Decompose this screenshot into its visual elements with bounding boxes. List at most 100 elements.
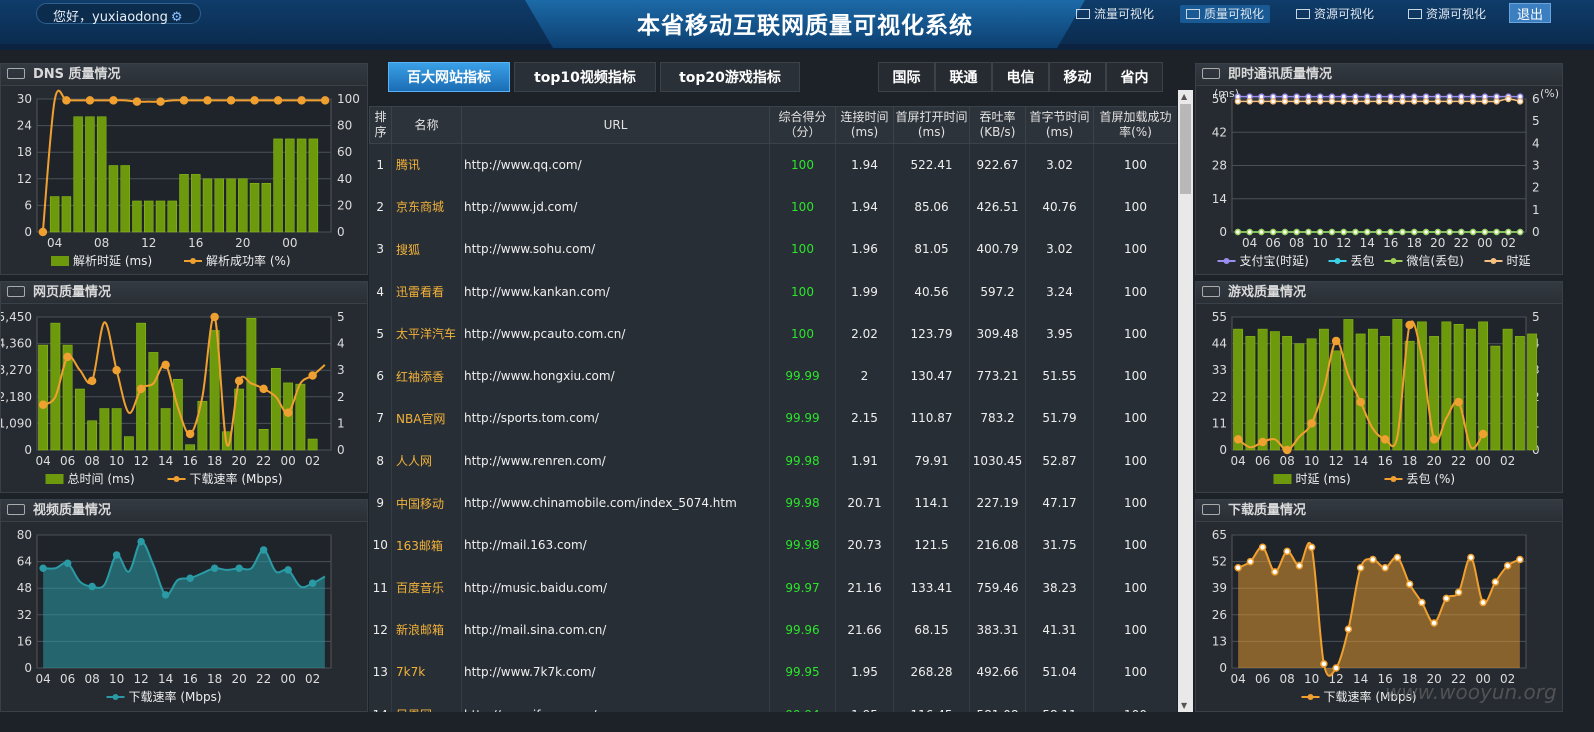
table-header-7[interactable]: 首字节时间(ms) bbox=[1025, 106, 1094, 144]
data-point bbox=[38, 227, 48, 237]
table-header-4[interactable]: 连接时间(ms) bbox=[835, 106, 894, 144]
x-tick-label: 08 bbox=[94, 236, 109, 250]
url-cell[interactable]: http://www.sohu.com/ bbox=[461, 228, 770, 271]
url-cell[interactable]: http://www.jd.com/ bbox=[461, 185, 770, 229]
table-row[interactable]: 10 163邮箱 http://mail.163.com/99.98 20.73 121… bbox=[369, 524, 1177, 567]
table-row[interactable]: 13 7k7k http://www.7k7k.com/99.95 1.95 268.2… bbox=[369, 651, 1177, 694]
name-cell: NBA官网 bbox=[391, 397, 462, 440]
table-row[interactable]: 7 NBA官网 http://sports.tom.com/99.99 2.15 110… bbox=[369, 397, 1177, 440]
table-scrollbar[interactable]: ▲ ▼ bbox=[1178, 90, 1193, 712]
y2-tick-label: 2 bbox=[337, 390, 345, 404]
table-row[interactable]: 5 太平洋汽车 http://www.pcauto.com.cn/100 2.02 12… bbox=[369, 312, 1177, 355]
url-cell[interactable]: http://www.pcauto.com.cn/ bbox=[461, 312, 770, 355]
data-point bbox=[161, 360, 170, 370]
first-screen-cell: 110.87 bbox=[893, 397, 970, 440]
url-cell[interactable]: http://music.baidu.com/ bbox=[461, 566, 770, 609]
url-cell[interactable]: http://www.kankan.com/ bbox=[461, 270, 770, 313]
data-point bbox=[1363, 98, 1371, 105]
data-point bbox=[1375, 228, 1383, 236]
x-tick-label: 16 bbox=[1383, 236, 1398, 250]
table-row[interactable]: 9 中国移动 http://www.chinamobile.com/index_50… bbox=[369, 481, 1177, 525]
isp-international[interactable]: 国际 bbox=[878, 62, 935, 92]
url-cell[interactable]: http://www.ifeng.com/ bbox=[461, 693, 770, 712]
logout-button[interactable]: 退出 bbox=[1509, 3, 1551, 23]
table-header-0[interactable]: 排序 bbox=[369, 106, 392, 144]
table-row[interactable]: 14凤凰网http://www.ifeng.com/99.941.95116.4… bbox=[369, 693, 1177, 712]
isp-mobile[interactable]: 移动 bbox=[1049, 62, 1106, 92]
url-cell[interactable]: http://www.7k7k.com/ bbox=[461, 651, 770, 694]
nav-resource-1[interactable]: 资源可视化 bbox=[1296, 5, 1374, 23]
data-point bbox=[186, 574, 194, 582]
legend-marker bbox=[1390, 476, 1397, 482]
isp-unicom[interactable]: 联通 bbox=[935, 62, 992, 92]
y-tick-label: 33 bbox=[1212, 363, 1227, 377]
data-point bbox=[1340, 228, 1347, 236]
data-point bbox=[1478, 429, 1488, 439]
scrollbar-thumb[interactable] bbox=[1180, 104, 1191, 194]
scroll-down-icon[interactable]: ▼ bbox=[1181, 701, 1187, 710]
url-cell[interactable]: http://www.hongxiu.com/ bbox=[461, 354, 770, 398]
legend-label: 支付宝(时延) bbox=[1240, 254, 1309, 268]
table-header-8[interactable]: 首屏加载成功率(%) bbox=[1093, 106, 1177, 144]
url-cell[interactable]: http://www.qq.com/ bbox=[461, 143, 770, 186]
scroll-up-icon[interactable]: ▲ bbox=[1181, 92, 1187, 101]
user-greeting[interactable]: 您好，yuxiaodong ⚙ bbox=[36, 3, 201, 25]
nav-resource-2-label: 资源可视化 bbox=[1426, 7, 1487, 21]
x-tick-label: 08 bbox=[84, 672, 99, 686]
table-row[interactable]: 8 人人网 http://www.renren.com/99.98 1.91 79.91… bbox=[369, 439, 1177, 482]
bar bbox=[1392, 319, 1403, 451]
bar bbox=[61, 196, 72, 233]
url-cell[interactable]: http://mail.sina.com.cn/ bbox=[461, 608, 770, 652]
nav-traffic[interactable]: 流量可视化 bbox=[1076, 5, 1154, 23]
nav-resource-2[interactable]: 资源可视化 bbox=[1408, 5, 1486, 23]
x-tick-label: 20 bbox=[231, 672, 246, 686]
y-tick-label: 26 bbox=[1212, 608, 1227, 622]
first-screen-cell: 79.91 bbox=[893, 439, 970, 482]
x-tick-label: 22 bbox=[1451, 454, 1466, 468]
first-screen-cell: 114.1 bbox=[893, 481, 970, 525]
table-row[interactable]: 6 红袖添香 http://www.hongxiu.com/99.99 2 130.47… bbox=[369, 354, 1177, 398]
isp-telecom[interactable]: 电信 bbox=[992, 62, 1049, 92]
bar bbox=[74, 388, 85, 451]
data-point bbox=[136, 384, 146, 394]
legend-marker bbox=[173, 476, 180, 482]
data-point bbox=[1316, 98, 1324, 105]
y2-tick-label: 1 bbox=[1532, 203, 1540, 217]
url-cell[interactable]: http://mail.163.com/ bbox=[461, 524, 770, 567]
data-point bbox=[308, 579, 317, 587]
y-tick-label: 80 bbox=[17, 528, 32, 542]
table-row[interactable]: 4 迅雷看看 http://www.kankan.com/100 1.99 40.56 5… bbox=[369, 270, 1177, 313]
monitor-icon bbox=[1186, 9, 1200, 19]
table-header-3[interactable]: 综合得分（分） bbox=[769, 106, 836, 144]
success-rate-cell: 100 bbox=[1093, 608, 1177, 652]
url-cell[interactable]: http://www.renren.com/ bbox=[461, 439, 770, 482]
data-point bbox=[1293, 228, 1300, 236]
data-point bbox=[1479, 598, 1487, 607]
tab-top100-sites[interactable]: 百大网站指标 bbox=[388, 62, 510, 92]
url-cell[interactable]: http://www.chinamobile.com/index_5074.ht… bbox=[461, 481, 770, 525]
bar bbox=[1257, 328, 1268, 451]
tab-top10-video[interactable]: top10视频指标 bbox=[514, 62, 656, 92]
first-byte-cell: 40.76 bbox=[1025, 185, 1094, 229]
table-row[interactable]: 2 京东商城 http://www.jd.com/100 1.94 85.06 426.5… bbox=[369, 185, 1177, 229]
throughput-cell: 581.08 bbox=[969, 693, 1026, 712]
table-header-6[interactable]: 吞吐率(KB/s) bbox=[969, 106, 1026, 144]
table-header-2[interactable]: URL bbox=[461, 106, 770, 144]
bar bbox=[1306, 338, 1317, 451]
table-row[interactable]: 3 搜狐 http://www.sohu.com/100 1.96 81.05 400.7… bbox=[369, 228, 1177, 271]
first-byte-cell: 51.79 bbox=[1025, 397, 1094, 440]
table-row[interactable]: 11 百度音乐 http://music.baidu.com/99.97 21.16 1… bbox=[369, 566, 1177, 609]
y-tick-label: 5,450 bbox=[1, 310, 32, 324]
table-row[interactable]: 1 腾讯 http://www.qq.com/100 1.94 522.41 922.67… bbox=[369, 143, 1177, 186]
tab-top20-games[interactable]: top20游戏指标 bbox=[660, 62, 800, 92]
nav-quality[interactable]: 质量可视化 bbox=[1180, 5, 1271, 23]
table-header-1[interactable]: 名称 bbox=[391, 106, 462, 144]
data-point bbox=[273, 96, 283, 105]
isp-province[interactable]: 省内 bbox=[1106, 62, 1163, 92]
gear-icon[interactable]: ⚙ bbox=[171, 10, 183, 25]
table-header-5[interactable]: 首屏打开时间(ms) bbox=[893, 106, 970, 144]
table-row[interactable]: 12 新浪邮箱 http://mail.sina.com.cn/99.96 21.66… bbox=[369, 608, 1177, 652]
data-point bbox=[1418, 598, 1426, 607]
url-cell[interactable]: http://sports.tom.com/ bbox=[461, 397, 770, 440]
x-tick-label: 06 bbox=[1255, 672, 1270, 686]
